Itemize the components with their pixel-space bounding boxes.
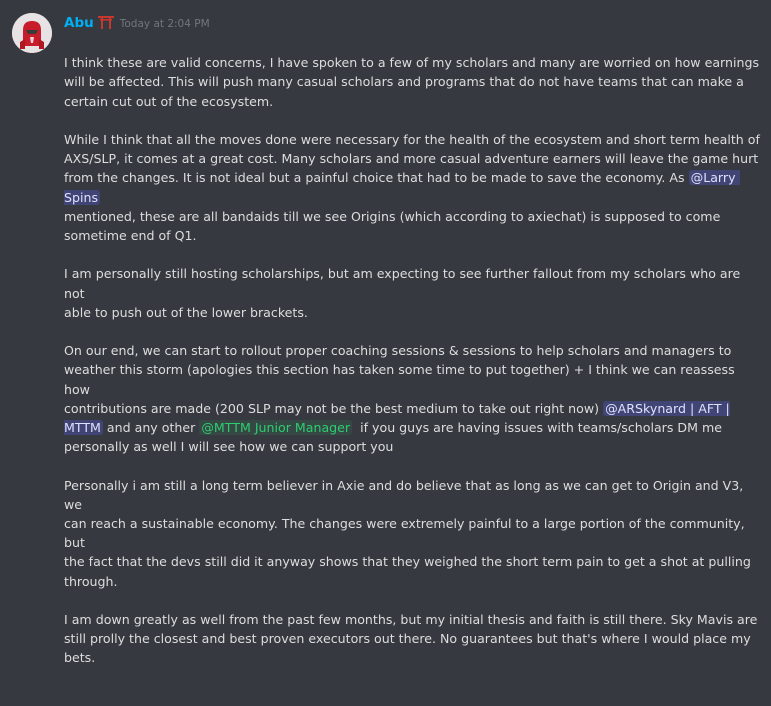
paragraph-4: On our end, we can start to rollout prop…: [64, 341, 761, 456]
message-timestamp[interactable]: Today at 2:04 PM: [120, 18, 210, 30]
message-header: Abu Today at 2:04 PM: [64, 12, 761, 34]
author-name[interactable]: Abu: [64, 15, 94, 31]
paragraph-4-text-b: and any other: [102, 420, 200, 436]
role-mention-mttm-junior-manager[interactable]: @MTTM Junior Manager: [199, 420, 353, 436]
chat-message: Abu Today at 2:04 PM I think these are v…: [0, 0, 771, 665]
paragraph-1: I think these are valid concerns, I have…: [64, 55, 760, 109]
user-avatar[interactable]: [12, 13, 52, 53]
message-content: I think these are valid concerns, I have…: [64, 34, 761, 706]
paragraph-2-text-b: mentioned, these are all bandaids till w…: [64, 208, 721, 244]
paragraph-6: I am down greatly as well from the past …: [64, 612, 758, 666]
red-mask-avatar-icon: [12, 13, 52, 53]
paragraph-2-text-a: While I think that all the moves done we…: [64, 132, 760, 186]
paragraph-5: Personally i am still a long term believ…: [64, 477, 751, 589]
paragraph-3: I am personally still hosting scholarshi…: [64, 266, 741, 320]
torii-gate-icon: [97, 14, 114, 29]
paragraph-2: While I think that all the moves done we…: [64, 130, 761, 245]
